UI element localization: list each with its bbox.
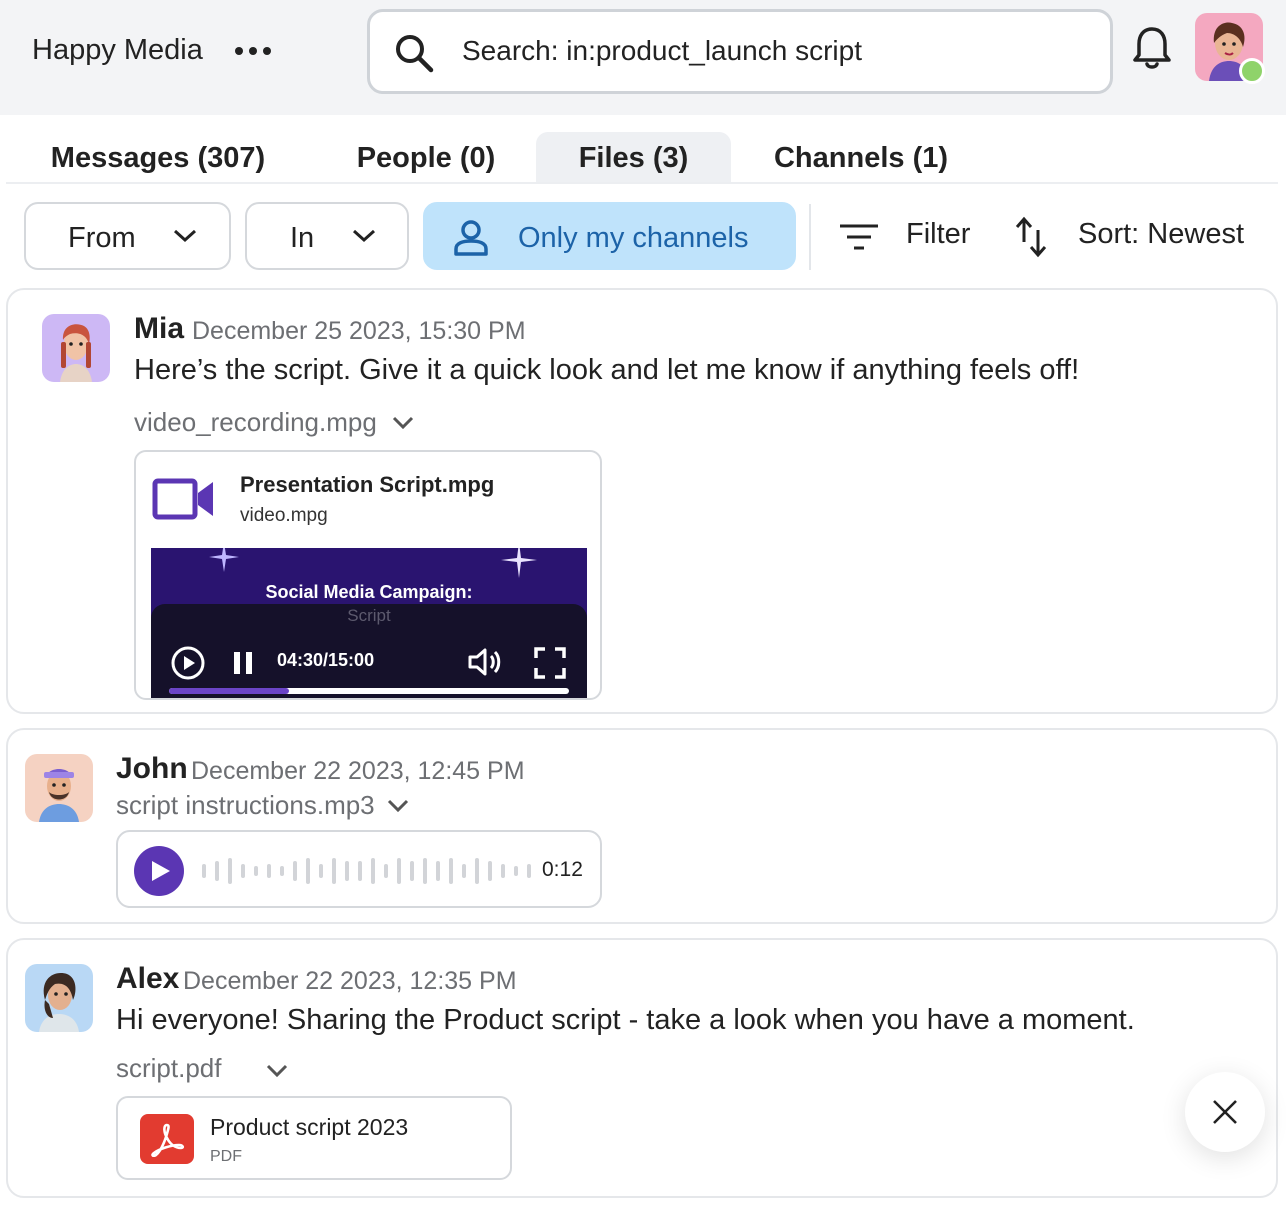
chevron-down-icon[interactable]: [266, 1064, 288, 1078]
bell-icon[interactable]: [1130, 24, 1174, 72]
message-card: Mia December 25 2023, 15:30 PM Here’s th…: [6, 288, 1278, 714]
avatar: [42, 314, 110, 382]
message-date: December 22 2023, 12:45 PM: [191, 757, 525, 785]
video-overlay-subtitle: Script: [347, 606, 391, 625]
file-name: Product script 2023: [210, 1114, 409, 1140]
avatar-alex-icon: [39, 973, 79, 1032]
close-button[interactable]: [1185, 1072, 1265, 1152]
pdf-attachment[interactable]: Product script 2023 PDF: [116, 1096, 512, 1180]
fullscreen-icon[interactable]: [533, 646, 567, 680]
search-query: Search: in:product_launch script: [462, 35, 862, 66]
search-input[interactable]: Search: in:product_launch script: [367, 9, 1113, 94]
message-author[interactable]: Alex: [116, 962, 179, 996]
search-tabs: Messages (307) People (0) Files (3) Chan…: [6, 132, 1278, 184]
video-filename: video.mpg: [240, 505, 328, 526]
in-filter-label: In: [290, 222, 315, 254]
video-attachment[interactable]: Presentation Script.mpg video.mpg Social…: [134, 450, 602, 700]
sort-icon[interactable]: [1014, 216, 1048, 258]
message-text: Hi everyone! Sharing the Product script …: [116, 1004, 1135, 1036]
chevron-down-icon[interactable]: [392, 416, 414, 430]
file-type: PDF: [210, 1148, 242, 1165]
message-card: John December 22 2023, 12:45 PM script i…: [6, 728, 1278, 924]
audio-attachment[interactable]: 0:12: [116, 830, 602, 908]
top-bar: Happy Media Search: in:product_launch sc…: [0, 0, 1286, 115]
audio-play-button[interactable]: [134, 846, 184, 896]
message-text: Here’s the script. Give it a quick look …: [134, 354, 1080, 386]
sparkle-icon: [501, 548, 537, 578]
video-player[interactable]: Social Media Campaign: Script 04:30/15:0…: [151, 548, 587, 698]
avatar-mia-icon: [60, 324, 92, 382]
acrobat-icon: [151, 1123, 185, 1157]
sparkle-icon: [209, 548, 239, 572]
chevron-down-icon: [352, 229, 376, 243]
audio-duration: 0:12: [542, 858, 583, 881]
message-date: December 25 2023, 15:30 PM: [192, 317, 526, 345]
only-my-channels-toggle[interactable]: Only my channels: [423, 202, 796, 270]
message-date: December 22 2023, 12:35 PM: [183, 967, 517, 995]
chevron-down-icon[interactable]: [387, 799, 409, 813]
avatar: [25, 964, 93, 1032]
video-overlay-title: Social Media Campaign:: [265, 582, 473, 602]
pause-icon[interactable]: [231, 650, 257, 676]
attachment-name: script.pdf: [116, 1053, 222, 1083]
avatar: [25, 754, 93, 822]
only-my-channels-label: Only my channels: [518, 222, 749, 254]
tab-channels[interactable]: Channels (1): [746, 132, 976, 182]
attachment-name: script instructions.mp3: [116, 790, 375, 820]
attachment-name: video_recording.mpg: [134, 407, 377, 437]
avatar-john-icon: [39, 769, 79, 822]
tab-files[interactable]: Files (3): [536, 132, 731, 182]
play-icon[interactable]: [169, 644, 207, 682]
message-author[interactable]: John: [116, 752, 188, 786]
presence-indicator: [1239, 58, 1265, 84]
video-progress-fill: [169, 688, 289, 694]
workspace-name[interactable]: Happy Media: [32, 34, 203, 67]
in-filter-dropdown[interactable]: In: [245, 202, 409, 270]
tab-people[interactable]: People (0): [326, 132, 526, 182]
volume-icon[interactable]: [467, 646, 503, 678]
more-options-icon[interactable]: [233, 36, 273, 66]
video-time: 04:30/15:00: [277, 650, 375, 670]
message-author[interactable]: Mia: [134, 312, 184, 346]
message-card: Alex December 22 2023, 12:35 PM Hi every…: [6, 938, 1278, 1198]
video-title: Presentation Script.mpg: [240, 472, 495, 497]
tab-messages[interactable]: Messages (307): [6, 132, 310, 182]
filter-icon[interactable]: [838, 222, 880, 252]
from-filter-label: From: [68, 222, 136, 254]
sort-button[interactable]: Sort: Newest: [1078, 218, 1244, 251]
from-filter-dropdown[interactable]: From: [24, 202, 231, 270]
filter-button[interactable]: Filter: [906, 218, 970, 251]
pdf-file-icon: [140, 1114, 194, 1164]
video-camera-icon: [152, 478, 213, 520]
filter-divider: [809, 204, 811, 270]
video-progress-bar[interactable]: [169, 688, 569, 694]
play-icon: [152, 861, 170, 881]
chevron-down-icon: [173, 229, 197, 243]
person-icon: [454, 220, 488, 256]
search-icon: [396, 35, 434, 73]
close-icon: [1213, 1100, 1237, 1124]
